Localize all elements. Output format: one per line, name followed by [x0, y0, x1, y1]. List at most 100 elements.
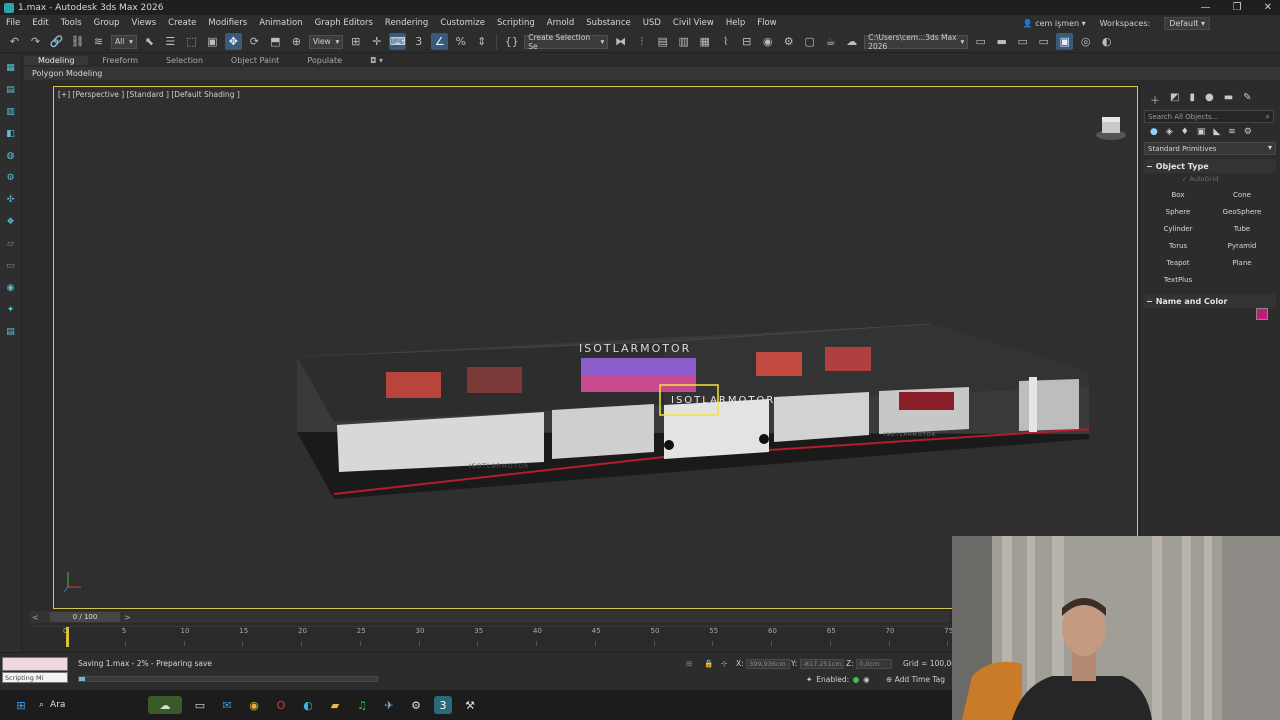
create-panel-icon[interactable]: ▦ — [3, 60, 18, 75]
sphere-button[interactable]: Sphere — [1146, 206, 1210, 218]
viewcube-icon[interactable] — [1094, 113, 1128, 143]
render-in-cloud-icon[interactable]: ☁ — [843, 33, 860, 50]
bind-space-warp-icon[interactable]: ≋ — [90, 33, 107, 50]
brush-icon[interactable]: ✦ — [3, 302, 18, 317]
display-tab-icon[interactable]: ▬ — [1224, 92, 1233, 106]
torus-button[interactable]: Torus — [1146, 240, 1210, 252]
hierarchy-panel-icon[interactable]: ▥ — [3, 104, 18, 119]
maxscript-listener-input[interactable] — [2, 657, 68, 671]
ribbon-tab-modeling[interactable]: Modeling — [24, 56, 89, 65]
next-frame-icon[interactable]: > — [124, 613, 131, 622]
command-panel-toggle-icon[interactable]: ▣ — [1056, 33, 1074, 50]
menu-animation[interactable]: Animation — [253, 18, 308, 28]
geosphere-button[interactable]: GeoSphere — [1210, 206, 1274, 218]
select-manipulate-icon[interactable]: ✛ — [368, 33, 385, 50]
ribbon-options-icon[interactable]: ◘ ▾ — [356, 56, 397, 65]
autogrid-checkbox[interactable]: ✓ AutoGrid — [1140, 173, 1280, 185]
project-folder-select[interactable]: C:\Users\cem...3ds Max 2026 ▾ — [864, 33, 969, 51]
shapes-category-icon[interactable]: ◈ — [1166, 127, 1173, 139]
app-icon-blue[interactable]: ✈ — [380, 696, 398, 714]
display-panel-icon[interactable]: ◍ — [3, 148, 18, 163]
weather-widget-icon[interactable]: ☁ — [148, 696, 182, 714]
menu-create[interactable]: Create — [162, 18, 202, 28]
menu-views[interactable]: Views — [126, 18, 163, 28]
paint-icon[interactable]: ◉ — [3, 280, 18, 295]
cone-button[interactable]: Cone — [1210, 189, 1274, 201]
layer-icon[interactable]: ▤ — [3, 324, 18, 339]
primitive-type-select[interactable]: Standard Primitives ▾ — [1144, 142, 1276, 155]
pyramid-button[interactable]: Pyramid — [1210, 240, 1274, 252]
task-view-icon[interactable]: ▭ — [191, 696, 209, 714]
menu-group[interactable]: Group — [88, 18, 126, 28]
menu-substance[interactable]: Substance — [580, 18, 636, 28]
select-object-icon[interactable]: ⬉ — [141, 33, 158, 50]
name-color-rollout[interactable]: − Name and Color — [1144, 294, 1276, 308]
arnold-render-icon[interactable]: ◎ — [1077, 33, 1094, 50]
opera-icon[interactable]: O — [272, 696, 290, 714]
box-button[interactable]: Box — [1146, 189, 1210, 201]
render-setup-icon[interactable]: ⚙ — [780, 33, 797, 50]
absolute-mode-icon[interactable]: ⊹ — [721, 659, 727, 668]
motion-tab-icon[interactable]: ● — [1205, 92, 1214, 106]
ribbon-tab-selection[interactable]: Selection — [152, 56, 217, 65]
select-by-name-icon[interactable]: ☰ — [162, 33, 179, 50]
named-selection-set-input[interactable]: Create Selection Se ▾ — [524, 33, 609, 51]
prev-frame-icon[interactable]: < — [32, 613, 39, 622]
add-time-tag[interactable]: ⊕ Add Time Tag — [886, 675, 945, 684]
lock-selection-icon[interactable]: 🔒 — [704, 659, 713, 668]
vol-icon[interactable]: ❖ — [3, 214, 18, 229]
angle-snap-icon[interactable]: ∠ — [431, 33, 449, 50]
menu-scripting[interactable]: Scripting — [491, 18, 541, 28]
pivot-center-icon[interactable]: ⊞ — [347, 33, 364, 50]
ribbon-tab-freeform[interactable]: Freeform — [88, 56, 152, 65]
isolate-selection-icon[interactable]: ⊞ — [686, 659, 692, 668]
edge-icon[interactable]: ◐ — [299, 696, 317, 714]
menu-tools[interactable]: Tools — [55, 18, 88, 28]
curve-editor-icon[interactable]: ⌇ — [717, 33, 734, 50]
scale-icon[interactable]: ⬒ — [267, 33, 284, 50]
perspective-viewport[interactable]: ISOTLARMOTOR ISOTLARMOTOR ISOTLARMOTOR I… — [53, 86, 1138, 609]
workspace-select[interactable]: Default ▾ — [1164, 16, 1210, 30]
viewport-label[interactable]: [+] [Perspective ] [Standard ] [Default … — [58, 90, 240, 99]
time-slider[interactable]: < 0 / 100 > — [30, 611, 950, 623]
modify-tab-icon[interactable]: ◩ — [1170, 92, 1179, 106]
schematic-view-icon[interactable]: ⊟ — [738, 33, 755, 50]
3ds-max-taskbar-icon[interactable]: 3 — [434, 696, 452, 714]
unlink-icon[interactable]: ⛓ — [69, 33, 86, 50]
menu-modifiers[interactable]: Modifiers — [202, 18, 253, 28]
maxscript-mini-input[interactable]: Scripting Mi — [2, 672, 68, 683]
modify-panel-icon[interactable]: ▤ — [3, 82, 18, 97]
open-folder-icon[interactable]: ▬ — [993, 33, 1010, 50]
tool-icon[interactable]: ▱ — [3, 236, 18, 251]
reference-coordinate-select[interactable]: View ▾ — [308, 34, 344, 49]
place-icon[interactable]: ⊕ — [288, 33, 305, 50]
asset-tracking-icon[interactable]: ▭ — [1035, 33, 1052, 50]
keyboard-shortcut-override-icon[interactable]: ⌨ — [389, 33, 407, 50]
z-input[interactable]: 0,0cm — [856, 659, 893, 669]
rotate-icon[interactable]: ⟳ — [246, 33, 263, 50]
menu-graph-editors[interactable]: Graph Editors — [309, 18, 379, 28]
ribbon-tab-populate[interactable]: Populate — [293, 56, 356, 65]
lights-category-icon[interactable]: ♦ — [1181, 127, 1189, 139]
object-color-swatch[interactable] — [1256, 308, 1268, 320]
enabled-status-icon[interactable] — [853, 676, 860, 683]
helpers-category-icon[interactable]: ◣ — [1213, 127, 1220, 139]
current-time-marker[interactable] — [66, 627, 69, 647]
cylinder-button[interactable]: Cylinder — [1146, 223, 1210, 235]
menu-rendering[interactable]: Rendering — [379, 18, 434, 28]
close-button[interactable]: ✕ — [1264, 2, 1272, 13]
geometry-category-icon[interactable]: ● — [1150, 127, 1158, 139]
file-explorer-icon[interactable]: ▰ — [326, 696, 344, 714]
elem-icon[interactable]: ✣ — [3, 192, 18, 207]
align-icon[interactable]: ⫶ — [633, 33, 650, 50]
time-config-icon[interactable]: ◉ — [863, 675, 870, 684]
app-icon-tool[interactable]: ⚒ — [461, 696, 479, 714]
object-type-rollout[interactable]: − Object Type — [1144, 159, 1276, 173]
redo-icon[interactable]: ↷ — [27, 33, 44, 50]
polygon-modeling-label[interactable]: Polygon Modeling — [32, 69, 102, 78]
cameras-category-icon[interactable]: ▣ — [1197, 127, 1206, 139]
edit-named-selection-icon[interactable]: {} — [503, 33, 520, 50]
ribbon-toggle-icon[interactable]: ▦ — [696, 33, 713, 50]
menu-customize[interactable]: Customize — [434, 18, 491, 28]
systems-category-icon[interactable]: ⚙ — [1244, 127, 1252, 139]
